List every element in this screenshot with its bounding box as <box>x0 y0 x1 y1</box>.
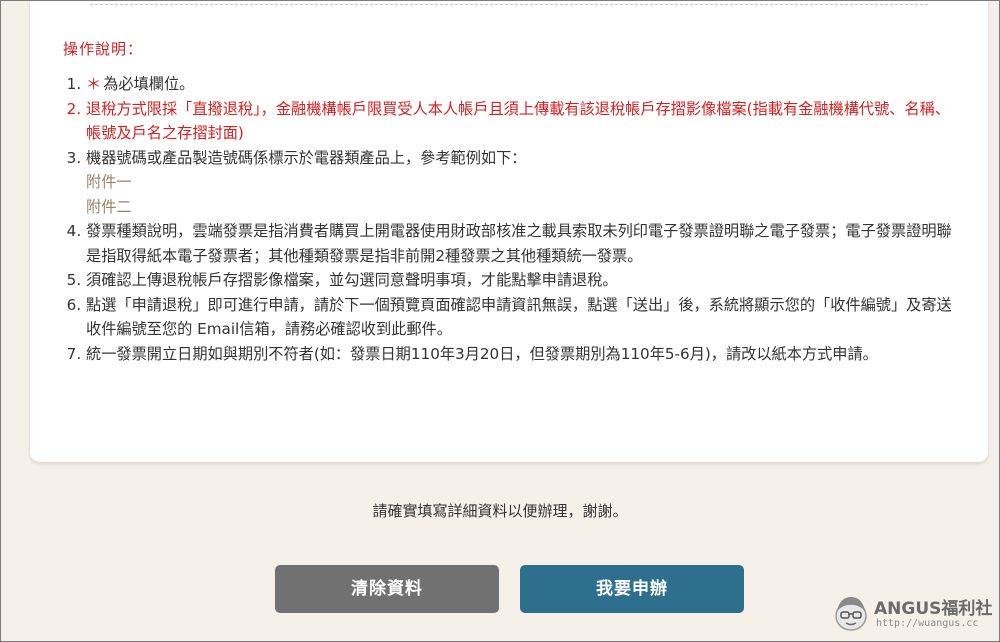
note-text: 點選「申請退稅」即可進行申請，請於下一個預覽頁面確認申請資訊無誤，點選「送出」後… <box>86 295 952 339</box>
attachment-link-2[interactable]: 附件二 <box>86 195 961 220</box>
note-text: 統一發票開立日期如與期別不符者(如：發票日期110年3月20日，但發票期別為11… <box>86 344 878 363</box>
note-item-2: 退稅方式限採「直撥退稅」，金融機構帳戶限買受人本人帳戶且須上傳載有該退稅帳戶存摺… <box>86 97 961 146</box>
dashed-divider <box>90 4 928 5</box>
note-item-7: 統一發票開立日期如與期別不符者(如：發票日期110年3月20日，但發票期別為11… <box>86 342 961 367</box>
note-item-1: ＊為必填欄位。 <box>86 72 961 97</box>
required-asterisk: ＊ <box>86 75 102 93</box>
clear-data-button[interactable]: 清除資料 <box>275 565 499 613</box>
confirm-message: 請確實填寫詳細資料以便辦理，謝謝。 <box>372 502 628 520</box>
attachment-link-1[interactable]: 附件一 <box>86 170 961 195</box>
note-text: 為必填欄位。 <box>103 75 195 93</box>
watermark-name: ANGUS福利社 <box>874 599 993 619</box>
mascot-icon <box>835 597 867 631</box>
note-text: 須確認上傳退稅帳戶存摺影像檔案，並勾選同意聲明事項，才能點擊申請退稅。 <box>86 271 618 289</box>
watermark: ANGUS福利社 http://wuangus.cc <box>830 585 996 639</box>
note-item-3: 機器號碼或產品製造號碼係標示於電器類產品上，參考範例如下： 附件一 附件二 <box>86 146 961 220</box>
note-item-4: 發票種類說明，雲端發票是指消費者購買上開電器使用財政部核准之載具索取未列印電子發… <box>86 219 961 268</box>
note-text: 機器號碼或產品製造號碼係標示於電器類產品上，參考範例如下： <box>86 148 527 167</box>
notes-list: ＊為必填欄位。 退稅方式限採「直撥退稅」，金融機構帳戶限買受人本人帳戶且須上傳載… <box>66 72 961 366</box>
note-item-6: 點選「申請退稅」即可進行申請，請於下一個預覽頁面確認申請資訊無誤，點選「送出」後… <box>86 293 961 342</box>
note-text: 發票種類說明，雲端發票是指消費者購買上開電器使用財政部核准之載具索取未列印電子發… <box>86 222 952 265</box>
apply-button[interactable]: 我要申辦 <box>520 565 744 613</box>
watermark-url: http://wuangus.cc <box>876 618 979 629</box>
note-text: 退稅方式限採「直撥退稅」，金融機構帳戶限買受人本人帳戶且須上傳載有該退稅帳戶存摺… <box>86 99 951 143</box>
note-item-5: 須確認上傳退稅帳戶存摺影像檔案，並勾選同意聲明事項，才能點擊申請退稅。 <box>86 268 961 293</box>
notes-title: 操作說明： <box>63 40 144 58</box>
